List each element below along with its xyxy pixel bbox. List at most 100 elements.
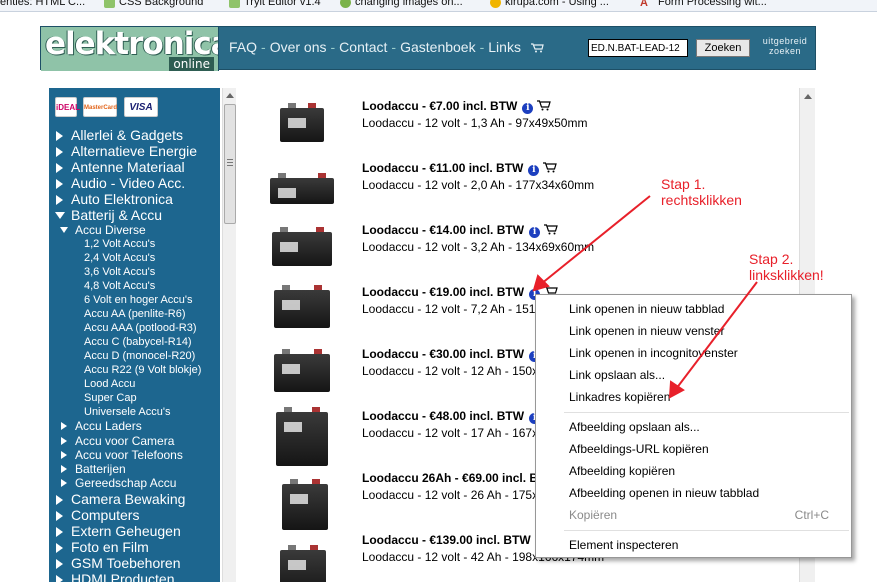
product-title[interactable]: Loodaccu - €48.00 incl. BTWi [362, 409, 541, 424]
category-item[interactable]: GSM Toebehoren [55, 555, 201, 571]
menu-copy-image-url[interactable]: Afbeeldings-URL kopiëren [569, 442, 709, 456]
category-item[interactable]: Computers [55, 507, 201, 523]
subcategory-link[interactable]: Accu C (babycel-R14) [55, 335, 201, 349]
category-item[interactable]: Audio - Video Acc. [55, 175, 201, 191]
category-item[interactable]: Alternatieve Energie [55, 143, 201, 159]
nav-over-ons[interactable]: Over ons [270, 39, 327, 55]
nav-gastenboek[interactable]: Gastenboek [400, 39, 476, 55]
subcategory-link[interactable]: Accu AA (penlite-R6) [55, 307, 201, 321]
product-title[interactable]: Loodaccu - €19.00 incl. BTWi [362, 285, 558, 300]
menu-save-link[interactable]: Link opslaan als... [569, 368, 665, 382]
product-title[interactable]: Loodaccu - €139.00 incl. BTW [362, 533, 531, 547]
site-logo[interactable]: elektronica online [41, 27, 219, 71]
subcategory-item[interactable]: Accu Laders [55, 419, 201, 433]
subcategory-link[interactable]: 3,6 Volt Accu's [55, 265, 201, 279]
advanced-search-link[interactable]: uitgebreid zoeken [759, 36, 811, 56]
subcategory-link[interactable]: 4,8 Volt Accu's [55, 279, 201, 293]
product-title[interactable]: Loodaccu - €30.00 incl. BTWi [362, 347, 541, 362]
product-image[interactable] [274, 349, 330, 392]
bookmark-item[interactable]: A Form Processing wit... [640, 0, 767, 9]
site-header: elektronica online FAQ - Over ons - Contact -… [40, 26, 816, 71]
subcategory-link[interactable]: Lood Accu [55, 377, 201, 391]
category-item[interactable]: Extern Geheugen [55, 523, 201, 539]
product-image[interactable] [274, 285, 330, 328]
category-item[interactable]: Camera Bewaking [55, 491, 201, 507]
product-image[interactable] [274, 102, 330, 142]
info-icon[interactable]: i [528, 165, 540, 176]
product-image[interactable] [270, 164, 334, 204]
sidebar-scroll-thumb[interactable] [224, 104, 236, 224]
css-icon [104, 0, 115, 8]
menu-open-new-window[interactable]: Link openen in nieuw venster [569, 324, 724, 338]
scroll-up-arrow-icon[interactable] [804, 94, 812, 99]
advanced-search-line: zoeken [768, 46, 802, 56]
menu-open-new-tab[interactable]: Link openen in nieuw tabblad [569, 302, 724, 316]
category-item[interactable]: HDMI Producten [55, 571, 201, 582]
subcategory-link[interactable]: Accu AAA (potlood-R3) [55, 321, 201, 335]
tryit-icon [229, 0, 240, 8]
subcategory-link[interactable]: Accu R22 (9 Volt blokje) [55, 363, 201, 377]
kirupa-icon [490, 0, 501, 8]
product-image[interactable] [274, 474, 330, 530]
subcategory-link[interactable]: 1,2 Volt Accu's [55, 237, 201, 251]
bookmark-item[interactable]: kirupa.com - Using ... [490, 0, 609, 8]
triangle-right-icon [61, 422, 67, 431]
bookmarks-bar: enties: HTML C... CSS Background Tryit E… [0, 0, 877, 12]
at-icon: A [640, 0, 648, 9]
subcategory-link[interactable]: Accu D (monocel-R20) [55, 349, 201, 363]
product-title[interactable]: Loodaccu - €7.00 incl. BTW i [362, 99, 552, 114]
product-title[interactable]: Loodaccu 26Ah - €69.00 incl. B [362, 471, 538, 485]
scroll-up-arrow-icon[interactable] [226, 93, 234, 98]
search-button[interactable]: Zoeken [696, 39, 750, 57]
product-row: Loodaccu - €7.00 incl. BTW i Loodaccu - 1… [262, 92, 797, 154]
product-description: Loodaccu - 12 volt - 17 Ah - 167x [362, 426, 539, 440]
menu-copy-link-address[interactable]: Linkadres kopiëren [569, 390, 670, 404]
triangle-right-icon [56, 558, 63, 569]
category-item[interactable]: Allerlei & Gadgets [55, 127, 201, 143]
menu-open-image-new-tab[interactable]: Afbeelding openen in nieuw tabblad [569, 486, 759, 500]
menu-save-image[interactable]: Afbeelding opslaan als... [569, 420, 700, 434]
product-image[interactable] [274, 536, 330, 582]
cart-icon[interactable] [543, 162, 558, 173]
nav-contact[interactable]: Contact [339, 39, 387, 55]
bookmark-item[interactable]: enties: HTML C... [0, 0, 85, 8]
sidebar-scrollbar[interactable] [222, 88, 236, 582]
subcategory-item[interactable]: Accu voor Telefoons [55, 448, 201, 462]
subcategory-link[interactable]: Super Cap [55, 391, 201, 405]
subcategory-link[interactable]: 6 Volt en hoger Accu's [55, 293, 201, 307]
search-input[interactable] [588, 39, 688, 57]
cart-icon[interactable] [537, 100, 552, 111]
category-label: Extern Geheugen [71, 522, 181, 539]
bookmark-item[interactable]: CSS Background [104, 0, 203, 8]
subcategory-label: Accu voor Camera [75, 433, 175, 448]
nav-faq[interactable]: FAQ [229, 39, 257, 55]
category-item[interactable]: Antenne Materiaal [55, 159, 201, 175]
category-item[interactable]: Foto en Film [55, 539, 201, 555]
product-description: Loodaccu - 12 volt - 3,2 Ah - 134x69x60m… [362, 240, 595, 254]
nav-separator: - [330, 39, 336, 55]
nav-links[interactable]: Links [488, 39, 521, 55]
subcategory-link[interactable]: 2,4 Volt Accu's [55, 251, 201, 265]
category-sidebar: iDEAL MasterCard VISA Allerlei & Gadgets… [49, 88, 220, 582]
subcategory-item[interactable]: Accu voor Camera [55, 434, 201, 448]
cart-icon[interactable] [544, 224, 558, 235]
subcategory-item[interactable]: Batterijen [55, 462, 201, 476]
info-icon[interactable]: i [522, 103, 534, 114]
cart-icon[interactable] [530, 43, 544, 53]
product-image[interactable] [274, 407, 330, 466]
subcategory-item[interactable]: Gereedschap Accu [55, 476, 201, 490]
category-item-open[interactable]: Batterij & Accu [55, 207, 201, 223]
category-item[interactable]: Auto Elektronica [55, 191, 201, 207]
category-label: Foto en Film [71, 538, 149, 555]
bookmark-item[interactable]: changing images on... [340, 0, 463, 8]
subcategory-item-open[interactable]: Accu Diverse [55, 223, 201, 237]
bookmark-item[interactable]: Tryit Editor v1.4 [229, 0, 321, 8]
menu-open-incognito[interactable]: Link openen in incognitovenster [569, 346, 738, 360]
menu-inspect-element[interactable]: Element inspecteren [569, 538, 678, 552]
product-title[interactable]: Loodaccu - €14.00 incl. BTW i [362, 223, 558, 238]
product-image[interactable] [272, 226, 332, 266]
subcategory-link[interactable]: Universele Accu's [55, 405, 201, 419]
info-icon[interactable]: i [529, 227, 541, 238]
menu-copy-image[interactable]: Afbeelding kopiëren [569, 464, 675, 478]
product-title[interactable]: Loodaccu - €11.00 incl. BTW i [362, 161, 558, 176]
